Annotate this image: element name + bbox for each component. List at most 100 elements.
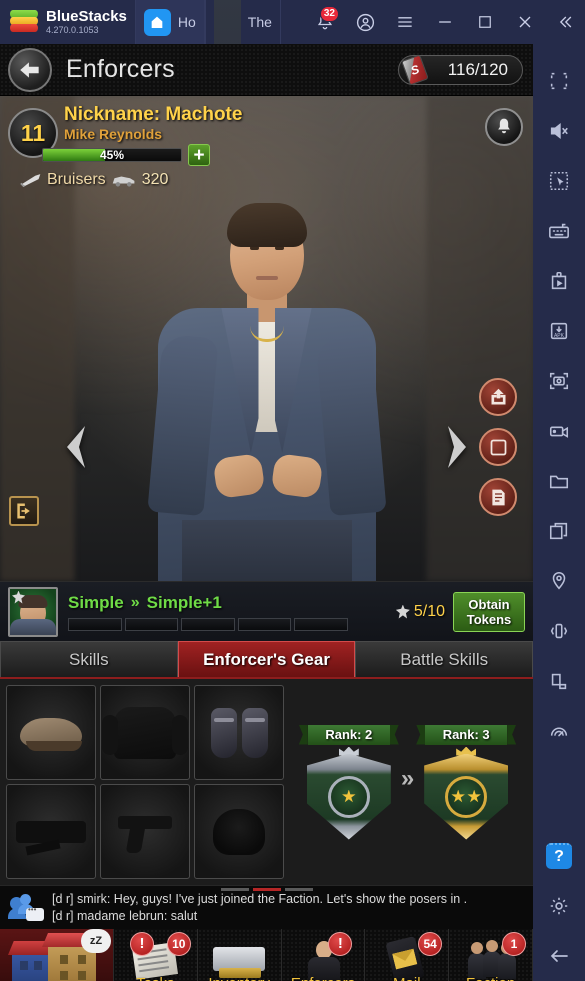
character-realname: Mike Reynolds xyxy=(64,126,163,142)
energy-counter[interactable]: S 116/120 xyxy=(398,53,523,86)
bluestacks-brand: BlueStacks 4.270.0.1053 xyxy=(0,9,127,36)
nav-mail[interactable]: 54 Mail xyxy=(365,929,450,981)
exit-button[interactable] xyxy=(9,496,39,526)
character-nickname: Nickname: Machote xyxy=(64,104,243,125)
game-thumbnail-icon xyxy=(213,0,241,44)
tier-arrow-icon: » xyxy=(130,593,140,611)
gear-panel: Rank: 2 » Rank: 3 xyxy=(0,679,533,885)
account-button[interactable] xyxy=(345,0,385,44)
nav-faction-label: Faction xyxy=(466,975,515,981)
chat-group-icon xyxy=(8,893,44,923)
gear-slot-secondary-weapon[interactable] xyxy=(100,784,190,879)
current-rank: Rank: 2 xyxy=(303,724,395,840)
back-button[interactable] xyxy=(8,47,52,92)
chat-bar[interactable]: [d r] smirk: Hey, guys! I've just joined… xyxy=(0,885,533,929)
chat-line: [d r] smirk: Hey, guys! I've just joined… xyxy=(52,891,468,906)
gear-slot-primary-weapon[interactable] xyxy=(6,784,96,879)
tab-skills[interactable]: Skills xyxy=(0,641,178,677)
chat-dot-active[interactable] xyxy=(252,888,281,891)
fullscreen-icon[interactable] xyxy=(533,56,585,106)
close-button[interactable] xyxy=(505,0,545,44)
mute-icon[interactable] xyxy=(533,106,585,156)
nav-inventory[interactable]: Inventory xyxy=(197,929,282,981)
sword-icon xyxy=(20,174,41,187)
window-controls: 32 xyxy=(305,0,585,44)
next-enforcer-button[interactable] xyxy=(435,421,479,473)
gear-slot-grid xyxy=(6,685,284,879)
token-segment xyxy=(237,617,292,631)
tab-game[interactable]: The xyxy=(204,0,281,44)
bluestacks-logo-icon xyxy=(10,10,38,34)
chat-channel-dots xyxy=(220,888,313,891)
jacket-icon xyxy=(102,706,188,759)
shake-icon[interactable] xyxy=(533,606,585,656)
obtain-tokens-button[interactable]: Obtain Tokens xyxy=(453,591,525,632)
media-folder-icon[interactable] xyxy=(533,456,585,506)
notifications-bell-button[interactable] xyxy=(485,108,523,146)
token-count-value: 5/10 xyxy=(413,602,445,620)
stage-action-buttons xyxy=(479,378,517,516)
minimize-button[interactable] xyxy=(425,0,465,44)
tasks-alert-icon: ! xyxy=(130,932,154,956)
tab-home[interactable]: Ho xyxy=(134,0,205,44)
share-button[interactable] xyxy=(479,378,517,416)
tab-enforcers-gear[interactable]: Enforcer's Gear xyxy=(177,641,356,677)
energy-value: 116/120 xyxy=(447,59,508,79)
help-button[interactable]: ? xyxy=(533,831,585,881)
prev-enforcer-button[interactable] xyxy=(54,421,98,473)
record-video-icon[interactable] xyxy=(533,406,585,456)
multi-instance-icon[interactable] xyxy=(533,506,585,556)
rank-upgrade-area: Rank: 2 » Rank: 3 xyxy=(288,685,527,879)
screenshot-icon[interactable] xyxy=(533,356,585,406)
gear-slot-jacket[interactable] xyxy=(100,685,190,780)
document-icon xyxy=(491,489,505,505)
tab-home-label: Ho xyxy=(177,14,196,30)
star-icon xyxy=(342,789,356,803)
rank-stars-next xyxy=(445,775,488,818)
nav-home[interactable]: zZ xyxy=(0,929,114,981)
character-stage: 11 Nickname: Machote Mike Reynolds 45% +… xyxy=(0,96,533,581)
resize-button[interactable] xyxy=(479,428,517,466)
nav-tasks[interactable]: ! 10 Tasks xyxy=(114,929,198,981)
current-rank-label: Rank: 2 xyxy=(307,724,390,745)
nav-faction[interactable]: 1 Faction xyxy=(449,929,533,981)
xp-row: 45% + xyxy=(42,144,236,166)
gloves-icon xyxy=(210,707,268,758)
macro-play-icon[interactable] xyxy=(533,256,585,306)
menu-button[interactable] xyxy=(385,0,425,44)
tab-battle-skills[interactable]: Battle Skills xyxy=(355,641,533,677)
nav-enforcers[interactable]: ! Enforcers xyxy=(281,929,366,981)
add-xp-button[interactable]: + xyxy=(188,144,210,166)
collapse-sidebar-button[interactable] xyxy=(545,0,585,44)
puzzle-token-icon xyxy=(395,604,410,619)
gear-icon[interactable] xyxy=(533,881,585,931)
location-pin-icon[interactable] xyxy=(533,556,585,606)
tier-next-label: Simple+1 xyxy=(146,592,222,612)
nav-enforcers-label: Enforcers xyxy=(291,975,355,981)
mail-badge: 54 xyxy=(418,932,443,956)
rank-arrow-icon: » xyxy=(400,765,415,792)
notifications-button[interactable]: 32 xyxy=(305,0,345,44)
stamina-can-icon: S xyxy=(401,53,429,86)
notification-badge: 32 xyxy=(319,6,339,22)
enforcer-portrait[interactable] xyxy=(8,586,58,637)
keyboard-controls-icon[interactable] xyxy=(533,206,585,256)
select-cursor-icon[interactable] xyxy=(533,156,585,206)
rotate-screen-icon[interactable] xyxy=(533,656,585,706)
chat-dot[interactable] xyxy=(284,888,313,891)
character-info-panel: 11 Nickname: Machote Mike Reynolds 45% +… xyxy=(6,104,243,189)
gear-slot-gloves[interactable] xyxy=(194,685,284,780)
star-icon xyxy=(451,789,465,803)
token-segment xyxy=(68,617,122,631)
chat-dot[interactable] xyxy=(220,888,249,891)
bluestacks-sidebar: APK ? xyxy=(533,44,585,981)
details-button[interactable] xyxy=(479,478,517,516)
install-apk-icon[interactable]: APK xyxy=(533,306,585,356)
back-arrow-icon[interactable] xyxy=(533,931,585,981)
gear-slot-accessory[interactable] xyxy=(194,784,284,879)
gear-slot-hat[interactable] xyxy=(6,685,96,780)
performance-gauge-icon[interactable] xyxy=(533,706,585,756)
character-stats: Bruisers 320 xyxy=(20,171,236,189)
maximize-button[interactable] xyxy=(465,0,505,44)
home-icon xyxy=(143,8,171,36)
